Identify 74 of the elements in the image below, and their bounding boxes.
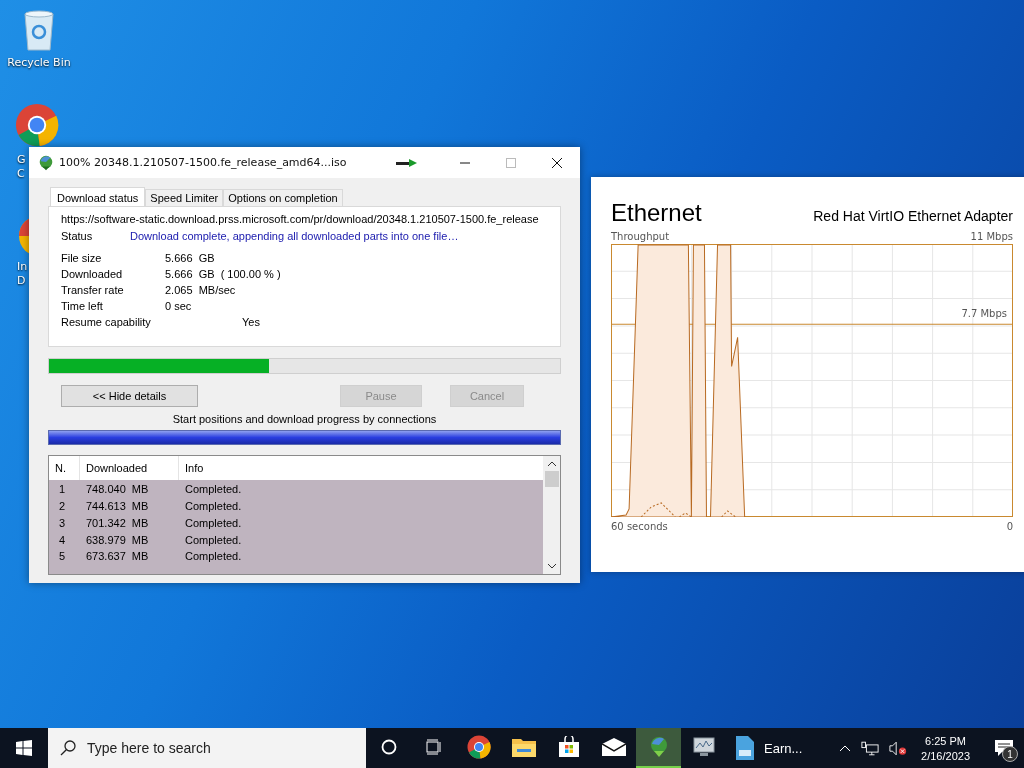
maximize-icon [505,156,517,169]
desktop-icon-label: In [17,260,28,274]
close-icon [551,156,563,169]
desktop-icon-label: G [17,153,26,167]
detail-label: Transfer rate [61,284,125,296]
table-cell-text: Completed. [184,550,243,562]
time-label: 60 seconds [611,521,668,532]
tab[interactable]: Download status [50,187,146,206]
table-cell-text: 673.637 MB [85,550,150,562]
detail-label: Time left [61,300,104,312]
folder-icon [511,737,536,757]
panel-title: Ethernet [611,199,702,227]
table-cell-text: 748.040 MB [85,482,150,495]
detail-value: 5.666 GB ( 100.00 % ) [165,268,281,280]
notification-button[interactable]: 1 [984,728,1024,768]
search-field[interactable]: Type here to search [48,728,366,768]
scroll-down-icon[interactable] [546,563,557,569]
arrow-icon [396,158,418,167]
graph-label: Throughput [611,231,670,242]
detail-value: Yes [242,316,260,328]
detail-value: 2.065 MB/sec [165,284,236,296]
notification-badge: 1 [1002,746,1018,762]
desktop-icon-label: Recycle Bin [7,56,71,70]
taskbar-app-button[interactable]: Earn... [726,728,813,768]
table-cell-text: 638.979 MB [85,533,150,546]
status-label: Status [61,230,94,242]
max-label: 11 Mbps [970,231,1013,242]
chevron-up-icon[interactable] [839,744,852,752]
desktop-icon-label: C [17,167,25,181]
table-cell-text: Completed. [184,482,243,495]
tab[interactable]: Options on completion [223,189,343,206]
dialog-button[interactable]: << Hide details [61,385,198,407]
table-cell-text: 1 [58,482,67,495]
globe-icon [37,153,55,172]
envelope-icon [601,738,626,756]
table-cell-text: 744.613 MB [85,499,150,512]
table-cell-text: Completed. [184,516,243,529]
detail-value: 5.666 GB [165,252,215,264]
table-cell-text: 3 [58,516,67,529]
store-bag-icon [557,736,580,758]
table-cell-text: Completed. [184,533,243,546]
detail-label: File size [61,252,103,264]
column-header[interactable]: Info [179,456,543,480]
download-url: https://software-static.download.prss.microsoft.com/pr/download/20348.1.210507-1500.fe_release [61,213,540,225]
clock[interactable]: 6:25 PM 2/16/2023 [917,734,974,762]
detail-label: Resume capability [61,316,152,328]
table-cell-text: 4 [58,533,67,546]
table-cell-text: 701.342 MB [85,516,150,529]
search-icon [60,740,76,756]
windows-icon [16,740,32,756]
connections-caption: Start positions and download progress by connections [171,413,438,427]
monitor-icon [691,736,716,758]
min-label: 0 [1006,521,1013,532]
document-icon [736,736,754,760]
status-text: Download complete, appending all downloaded parts into one file… [130,230,459,242]
scroll-up-icon[interactable] [546,461,557,467]
adapter-name: Red Hat VirtIO Ethernet Adapter [813,208,1013,224]
detail-label: Downloaded [61,268,124,280]
mid-label: 7.7 Mbps [961,308,1007,319]
table-cell-text: Completed. [184,499,243,512]
tab[interactable]: Speed Limiter [145,189,224,206]
muted-speaker-icon[interactable] [889,740,908,756]
circle-icon [380,739,397,755]
chrome-icon[interactable] [15,103,59,147]
table-cell-text: 2 [58,499,67,512]
chrome-icon [466,735,491,759]
network-icon[interactable] [861,740,880,756]
desktop-icon-label: D [17,274,26,288]
task-view-icon [425,739,442,755]
detail-value: 0 sec [165,300,192,312]
window-title: 100% 20348.1.210507-1500.fe_release_amd64...iso [59,156,348,169]
scrollbar[interactable] [543,456,560,574]
table-cell-text: 5 [58,550,67,562]
scroll-thumb[interactable] [544,471,559,487]
